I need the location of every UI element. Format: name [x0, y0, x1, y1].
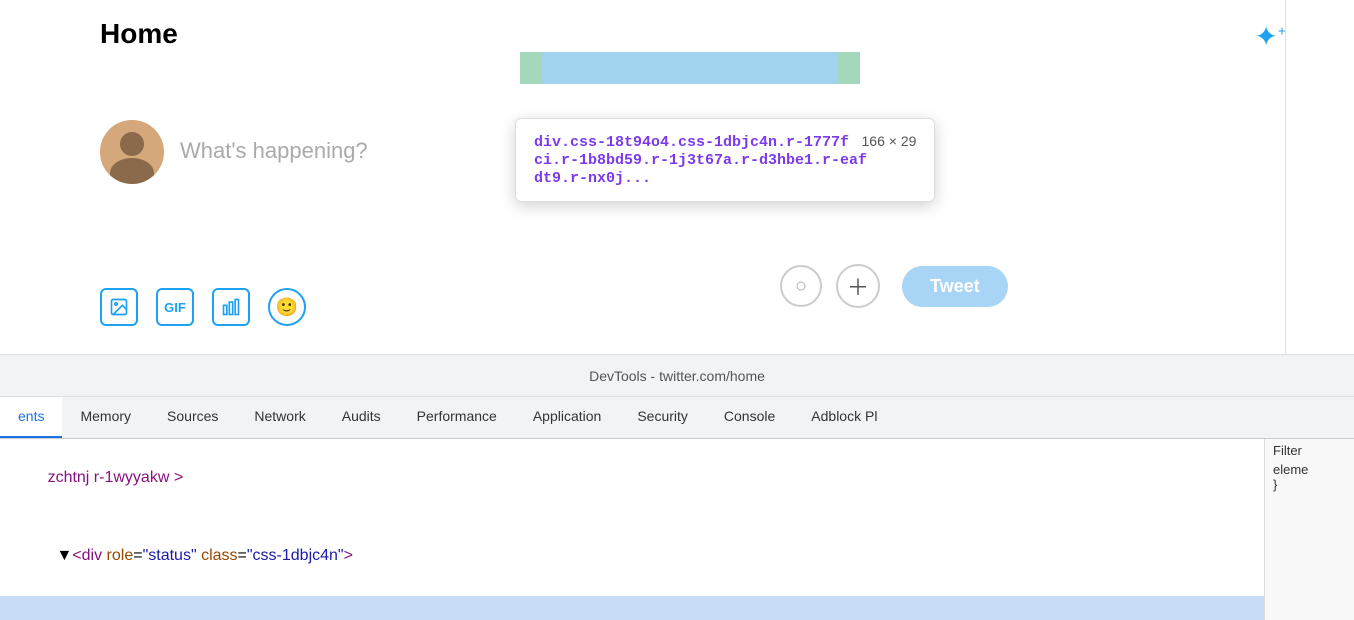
- tab-application[interactable]: Application: [515, 397, 620, 438]
- tooltip-class-line1: div.css-18t94o4.css-1dbjc4n.r-1777f 166 …: [534, 133, 916, 151]
- styles-element-label: eleme: [1273, 462, 1346, 477]
- styles-panel: Filter eleme }: [1264, 439, 1354, 620]
- browser-area: Home ✦+ div.css-18t94o4.css-1dbjc4n.r-17…: [0, 0, 1354, 355]
- sparkle-icon[interactable]: ✦+: [1254, 20, 1286, 53]
- element-tooltip: div.css-18t94o4.css-1dbjc4n.r-1777f 166 …: [515, 118, 935, 202]
- tab-memory[interactable]: Memory: [62, 397, 149, 438]
- tab-adblock[interactable]: Adblock Pl: [793, 397, 895, 438]
- tab-console[interactable]: Console: [706, 397, 793, 438]
- element-highlight-bar: [520, 52, 860, 84]
- gif-icon[interactable]: GIF: [156, 288, 194, 326]
- tweet-toolbar: GIF 🙂 ○ ＋ Tweet: [100, 288, 306, 326]
- code-line-2: ▼<div role="status" class="css-1dbjc4n">: [0, 517, 1264, 595]
- tab-network[interactable]: Network: [236, 397, 323, 438]
- avatar-image: [100, 120, 164, 184]
- tooltip-class-line3: dt9.r-nx0j...: [534, 169, 916, 187]
- right-divider: [1285, 0, 1286, 355]
- page-title: Home: [100, 18, 178, 50]
- code-panel: zchtnj r-1wyyakw > ▼<div role="status" c…: [0, 439, 1264, 620]
- world-icon[interactable]: ○: [780, 265, 822, 307]
- code-line-3: ►<div aria-hidden="true" aria-label="New…: [0, 596, 1264, 620]
- styles-brace: }: [1273, 477, 1346, 492]
- devtools-title: DevTools - twitter.com/home: [589, 368, 765, 384]
- devtools-tabs: ents Memory Sources Network Audits Perfo…: [0, 397, 1354, 439]
- tab-performance[interactable]: Performance: [399, 397, 515, 438]
- image-icon[interactable]: [100, 288, 138, 326]
- tweet-button[interactable]: Tweet: [902, 266, 1008, 307]
- emoji-icon[interactable]: 🙂: [268, 288, 306, 326]
- tweet-actions: ○ ＋ Tweet: [780, 264, 1008, 308]
- add-icon[interactable]: ＋: [836, 264, 880, 308]
- avatar: [100, 120, 164, 184]
- tab-security[interactable]: Security: [619, 397, 706, 438]
- highlight-left: [520, 52, 542, 84]
- styles-filter-label: Filter: [1273, 443, 1346, 458]
- devtools-title-bar: DevTools - twitter.com/home: [0, 355, 1354, 397]
- tab-sources[interactable]: Sources: [149, 397, 236, 438]
- tab-audits[interactable]: Audits: [324, 397, 399, 438]
- highlight-right: [838, 52, 860, 84]
- tooltip-class-line2: ci.r-1b8bd59.r-1j3t67a.r-d3hbe1.r-eaf: [534, 151, 916, 169]
- tab-elements-partial[interactable]: ents: [0, 397, 62, 438]
- compose-placeholder[interactable]: What's happening?: [180, 138, 368, 164]
- code-line-1: zchtnj r-1wyyakw >: [0, 439, 1264, 517]
- highlight-center: [542, 52, 838, 84]
- bottom-section: zchtnj r-1wyyakw > ▼<div role="status" c…: [0, 439, 1354, 620]
- poll-icon[interactable]: [212, 288, 250, 326]
